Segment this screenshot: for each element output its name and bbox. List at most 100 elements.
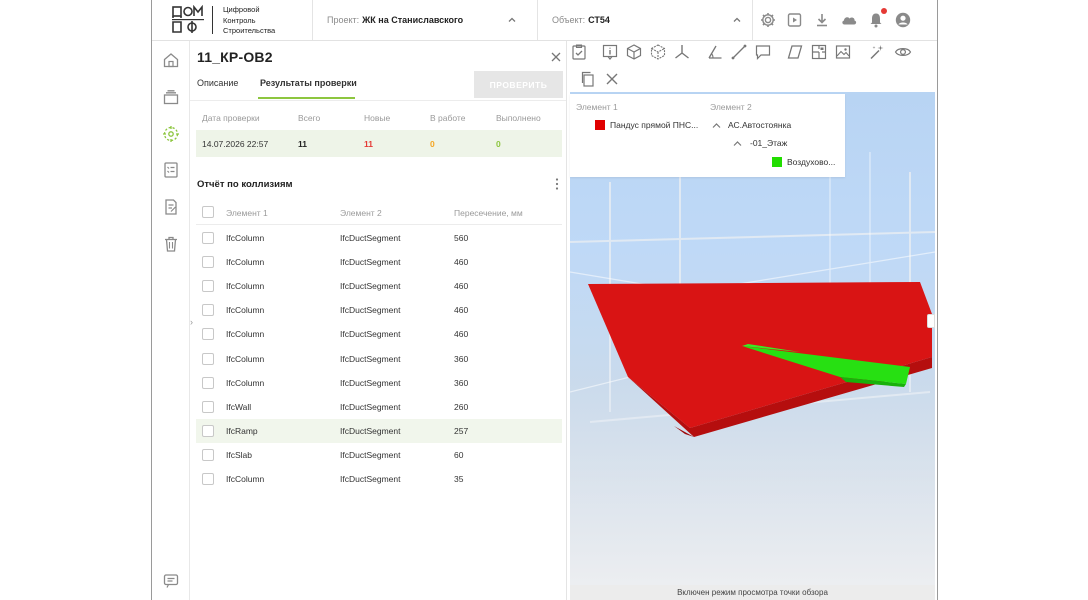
model-viewer: Элемент 1 Элемент 2 Пандус прямой ПНС...…	[568, 41, 937, 600]
cube-wire-icon[interactable]	[649, 43, 667, 61]
row-checkbox[interactable]	[202, 304, 214, 317]
tree-element1[interactable]: Пандус прямой ПНС...	[610, 120, 698, 130]
image-icon[interactable]	[834, 43, 852, 61]
angle-measure-icon[interactable]	[706, 43, 724, 61]
home-icon[interactable]	[162, 51, 180, 69]
section-plane-icon[interactable]	[786, 43, 804, 61]
table-row[interactable]: IfcColumn IfcDuctSegment 35	[196, 467, 562, 491]
intersection-cell: 560	[454, 233, 469, 243]
table-row[interactable]: IfcColumn IfcDuctSegment 360	[196, 347, 562, 371]
summary-header-new: Новые	[364, 113, 391, 123]
document-edit-icon[interactable]	[162, 198, 180, 216]
chevron-up-icon[interactable]	[507, 15, 517, 25]
element2-cell: IfcDuctSegment	[340, 281, 401, 292]
close-icon[interactable]	[603, 70, 621, 88]
row-checkbox[interactable]	[202, 473, 214, 485]
close-icon[interactable]	[550, 51, 562, 63]
active-tab-indicator	[258, 97, 355, 99]
table-row[interactable]: IfcColumn IfcDuctSegment 360	[196, 371, 562, 395]
eye-icon[interactable]	[894, 43, 912, 61]
intersection-cell: 460	[454, 257, 469, 268]
cloud-icon[interactable]	[840, 11, 858, 29]
intersection-cell: 60	[454, 449, 464, 460]
chevron-up-icon[interactable]	[733, 140, 742, 147]
element2-cell: IfcDuctSegment	[340, 233, 401, 243]
element1-cell: IfcSlab	[226, 449, 252, 460]
header-divider	[752, 0, 753, 40]
collapse-panel-icon[interactable]: ›	[190, 317, 198, 327]
table-row[interactable]: IfcColumn IfcDuctSegment 460	[196, 274, 562, 298]
check-results-panel: 11_КР-ОВ2 Описание Результаты проверки П…	[190, 41, 567, 600]
table-row[interactable]: IfcWall IfcDuctSegment 260	[196, 395, 562, 419]
intersection-cell: 35	[454, 474, 464, 484]
element1-cell: IfcColumn	[226, 474, 265, 484]
axes-icon[interactable]	[673, 43, 691, 61]
summary-date: 14.07.2026 22:57	[202, 139, 269, 149]
trash-icon[interactable]	[162, 235, 180, 253]
object-label: Объект:	[552, 15, 586, 25]
brand-name: Цифровой Контроль Строительства	[223, 5, 275, 37]
collision-elements-tree: Элемент 1 Элемент 2 Пандус прямой ПНС...…	[570, 94, 845, 177]
copy-icon[interactable]	[579, 70, 597, 88]
row-checkbox[interactable]	[202, 424, 214, 437]
element2-cell: IfcDuctSegment	[340, 257, 401, 268]
row-checkbox[interactable]	[202, 328, 214, 341]
brand-line: Строительства	[223, 26, 276, 35]
floor-plan-icon[interactable]	[810, 43, 828, 61]
dom-rf-logo[interactable]	[172, 5, 204, 35]
viewer-toolbar	[568, 41, 937, 91]
summary-header-in-work: В работе	[430, 113, 466, 123]
chat-icon[interactable]	[162, 572, 180, 590]
tree-node-parking[interactable]: АС.Автостоянка	[728, 120, 791, 130]
table-row[interactable]: IfcColumn IfcDuctSegment 560	[196, 226, 562, 250]
comment-icon[interactable]	[754, 43, 772, 61]
cube-icon[interactable]	[625, 43, 643, 61]
tab-check-results[interactable]: Результаты проверки	[260, 78, 357, 88]
summary-total: 11	[298, 139, 307, 149]
more-vertical-icon[interactable]	[554, 177, 560, 191]
download-icon[interactable]	[813, 11, 831, 29]
info-icon[interactable]	[601, 43, 619, 61]
tree-node-floor[interactable]: -01_Этаж	[750, 138, 787, 148]
intersection-cell: 360	[454, 353, 469, 364]
column-header-element1[interactable]: Элемент 1	[226, 208, 268, 218]
checklist-icon[interactable]	[162, 161, 180, 179]
check-button[interactable]: ПРОВЕРИТЬ	[474, 71, 563, 98]
user-icon[interactable]	[894, 11, 912, 29]
element1-cell: IfcRamp	[226, 425, 258, 436]
row-checkbox[interactable]	[202, 352, 214, 365]
table-row[interactable]: IfcSlab IfcDuctSegment 60	[196, 443, 562, 467]
header-divider	[537, 0, 538, 40]
element2-cell: IfcDuctSegment	[340, 353, 401, 364]
element2-cell: IfcDuctSegment	[340, 474, 401, 484]
row-checkbox[interactable]	[202, 232, 214, 244]
play-video-icon[interactable]	[786, 11, 804, 29]
row-checkbox[interactable]	[202, 376, 214, 389]
row-checkbox[interactable]	[202, 280, 214, 293]
intersection-cell: 460	[454, 281, 469, 292]
object-selector[interactable]: Объект: СТ54	[552, 0, 747, 40]
select-all-checkbox[interactable]	[202, 206, 214, 218]
ruler-line-icon[interactable]	[730, 43, 748, 61]
column-header-intersection[interactable]: Пересечение, мм	[454, 208, 523, 218]
layers-icon[interactable]	[162, 88, 180, 106]
summary-in-work: 0	[430, 139, 435, 149]
settings-icon[interactable]	[759, 11, 777, 29]
table-row[interactable]: IfcColumn IfcDuctSegment 460	[196, 298, 562, 322]
clipboard-check-icon[interactable]	[570, 43, 588, 61]
collision-check-icon[interactable]	[162, 125, 180, 143]
table-row[interactable]: IfcColumn IfcDuctSegment 460	[196, 250, 562, 274]
row-checkbox[interactable]	[202, 400, 214, 413]
row-checkbox[interactable]	[202, 256, 214, 269]
table-row[interactable]: IfcRamp IfcDuctSegment 257	[196, 418, 562, 443]
side-panel-handle[interactable]	[927, 314, 935, 328]
column-header-element2[interactable]: Элемент 2	[340, 208, 382, 218]
tree-element2[interactable]: Воздухово...	[787, 157, 835, 167]
magic-wand-icon[interactable]	[868, 43, 886, 61]
chevron-up-icon[interactable]	[732, 15, 742, 25]
table-row[interactable]: IfcColumn IfcDuctSegment 460	[196, 322, 562, 346]
row-checkbox[interactable]	[202, 448, 214, 461]
project-selector[interactable]: Проект: ЖК на Станиславского	[327, 0, 522, 40]
chevron-up-icon[interactable]	[712, 122, 721, 129]
tab-description[interactable]: Описание	[197, 78, 238, 88]
